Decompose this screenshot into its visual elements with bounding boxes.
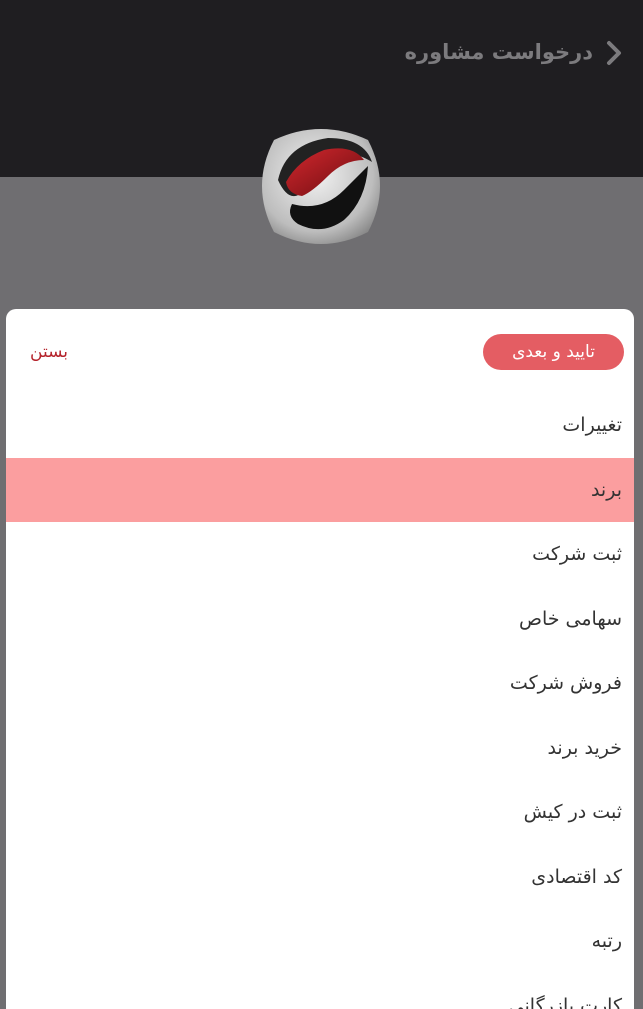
back-button[interactable]: [599, 36, 629, 70]
list-item[interactable]: فروش شرکت: [6, 651, 634, 716]
list-item[interactable]: کد اقتصادی: [6, 845, 634, 910]
list-item[interactable]: ثبت شرکت: [6, 522, 634, 587]
list-item[interactable]: سهامی خاص: [6, 587, 634, 652]
list-item[interactable]: تغییرات: [6, 393, 634, 458]
selection-sheet: تایید و بعدی بستن تغییرات برند ثبت شرکت …: [6, 309, 634, 1009]
list-item[interactable]: رتبه: [6, 909, 634, 974]
sheet-action-bar: تایید و بعدی بستن: [6, 309, 634, 393]
chevron-right-icon: [605, 40, 623, 66]
close-button[interactable]: بستن: [30, 336, 68, 368]
list-item-selected[interactable]: برند: [6, 458, 634, 523]
confirm-next-button[interactable]: تایید و بعدی: [483, 334, 624, 370]
list-item[interactable]: خرید برند: [6, 716, 634, 781]
page-title: درخواست مشاوره: [405, 34, 593, 70]
brand-logo: [252, 120, 390, 252]
list-item[interactable]: ثبت در کیش: [6, 780, 634, 845]
options-list: تغییرات برند ثبت شرکت سهامی خاص فروش شرک…: [6, 393, 634, 1009]
list-item[interactable]: کارت بازرگانی: [6, 974, 634, 1009]
brand-logo-icon: [252, 120, 390, 252]
